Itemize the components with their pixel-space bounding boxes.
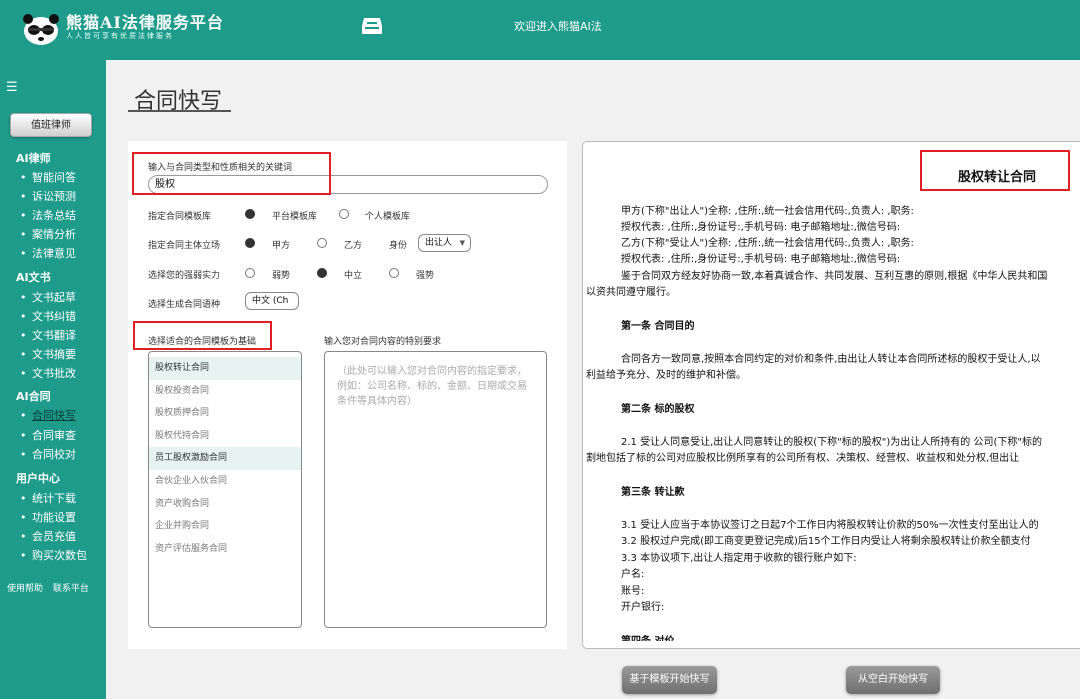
nav-item-contract-review[interactable]: • 合同审查 (20, 427, 76, 443)
doc-line: 开户银行: (621, 602, 665, 613)
document-title-highlight-box (920, 150, 1070, 191)
doc-line: 2.1 受让人同意受让,出让人同意转让的股权(下称"标的股权")为出让人所持有的… (621, 437, 1042, 448)
template-item[interactable]: 股权代持合同 (149, 425, 301, 448)
template-item[interactable]: 企业并购合同 (149, 515, 301, 538)
inbox-tray-icon[interactable] (361, 16, 383, 36)
strength-neutral-option: 中立 (344, 271, 363, 281)
title-underline (128, 110, 231, 112)
strength-weak-option: 弱势 (272, 271, 291, 281)
library-platform-radio[interactable] (245, 209, 255, 219)
nav-item-buy-package[interactable]: • 购买次数包 (20, 547, 87, 563)
nav-item-settings[interactable]: • 功能设置 (20, 509, 76, 525)
doc-line: 3.1 受让人应当于本协议签订之日起7个工作日内将股权转让价款的50%一次性支付… (621, 520, 1039, 531)
nav-item-doc-correction[interactable]: • 文书纠错 (20, 308, 76, 324)
sidebar-footer: 使用帮助 联系平台 (7, 581, 96, 594)
strength-neutral-radio[interactable] (317, 268, 327, 278)
brand-title: 熊猫AI法律服务平台 (66, 13, 224, 32)
nav-group-ai-lawyer: AI律师 (16, 152, 51, 165)
chevron-down-icon: ▼ (459, 239, 465, 247)
nav-group-user-center: 用户中心 (16, 472, 60, 485)
library-label: 指定合同模板库 (148, 212, 212, 222)
requirements-textarea[interactable]: （此处可以输入您对合同内容的指定要求，例如：公司名称、标的、金额、日期或交易条件… (324, 351, 547, 628)
template-label-highlight-box (133, 321, 272, 350)
menu-collapse-icon[interactable]: ☰ (6, 80, 18, 95)
contact-link[interactable]: 联系平台 (53, 584, 89, 594)
doc-line: 割地包括了标的公司对应股权比例所享有的公司所有权、决策权、经营权、收益权和处分权… (586, 453, 1020, 464)
doc-line: 授权代表: ,住所:,身份证号:,手机号码: 电子邮箱地址:,微信号码: (621, 222, 901, 233)
nav-item-doc-translation[interactable]: • 文书翻译 (20, 327, 76, 343)
nav-group-ai-contract: AI合同 (16, 390, 51, 403)
brand-subtitle: 人人皆可享有优质法律服务 (66, 32, 174, 40)
language-label: 选择生成合同语种 (148, 300, 221, 310)
strength-strong-option: 强势 (416, 271, 435, 281)
stance-party-a-radio[interactable] (245, 238, 255, 248)
welcome-text: 欢迎进入熊猫AI法 (514, 20, 602, 33)
stance-party-b-radio[interactable] (317, 238, 327, 248)
doc-line: 乙方(下称"受让人")全称: ,住所:,统一社会信用代码:,负责人: ,职务: (621, 238, 914, 249)
template-item[interactable]: 员工股权激励合同 (149, 447, 301, 470)
library-personal-radio[interactable] (339, 209, 349, 219)
stance-party-a-option: 甲方 (272, 241, 291, 251)
nav-item-statute-summary[interactable]: • 法条总结 (20, 207, 76, 223)
template-item[interactable]: 资产评估服务合同 (149, 538, 301, 561)
doc-section-title: 第三条 转让款 (621, 487, 685, 498)
nav-item-case-analysis[interactable]: • 案情分析 (20, 226, 76, 242)
doc-line: 户名: (621, 569, 645, 580)
sidebar: ☰ 值班律师 AI律师 • 智能问答 • 诉讼预测 • 法条总结 • 案情分析 • 法律意… (0, 60, 106, 699)
keyword-highlight-box (132, 152, 331, 195)
template-item[interactable]: 资产收购合同 (149, 493, 301, 516)
doc-line: 3.3 本协议项下,出让人指定用于收款的银行账户如下: (621, 553, 857, 564)
blank-quickwrite-button[interactable]: 从空白开始快写 (846, 666, 940, 694)
strength-strong-radio[interactable] (389, 268, 399, 278)
nav-item-doc-grading[interactable]: • 文书批改 (20, 365, 76, 381)
template-item[interactable]: 股权投资合同 (149, 380, 301, 403)
panda-logo-icon (23, 14, 59, 45)
nav-item-contract-proofread[interactable]: • 合同校对 (20, 446, 76, 462)
stance-party-b-option: 乙方 (344, 241, 363, 251)
duty-lawyer-button[interactable]: 值班律师 (10, 113, 92, 137)
library-platform-option: 平台模板库 (272, 212, 318, 222)
stance-label: 指定合同主体立场 (148, 241, 221, 251)
help-link[interactable]: 使用帮助 (7, 584, 43, 594)
doc-line: 利益给予充分、及时的维护和补偿。 (586, 370, 746, 381)
template-list[interactable]: 股权转让合同 股权投资合同 股权质押合同 股权代持合同 员工股权激励合同 合伙企… (148, 351, 302, 628)
doc-line: 授权代表: ,住所:,身份证号:,手机号码: 电子邮箱地址:,微信号码: (621, 254, 901, 265)
doc-line: 账号: (621, 586, 645, 597)
doc-section-title: 第二条 标的股权 (621, 404, 695, 415)
nav-item-stats-download[interactable]: • 统计下载 (20, 490, 76, 506)
template-item[interactable]: 合伙企业入伙合同 (149, 470, 301, 493)
template-quickwrite-button[interactable]: 基于模板开始快写 (622, 666, 717, 694)
template-item[interactable]: 股权质押合同 (149, 402, 301, 425)
identity-select[interactable]: 出让人 ▼ (418, 234, 471, 252)
nav-item-doc-drafting[interactable]: • 文书起草 (20, 289, 76, 305)
top-header: 熊猫AI法律服务平台 人人皆可享有优质法律服务 欢迎进入熊猫AI法 (0, 0, 1080, 60)
doc-line: 合同各方一致同意,按照本合同约定的对价和条件,由出让人转让本合同所述标的股权于受… (621, 354, 1041, 365)
doc-section-title: 第一条 合同目的 (621, 321, 695, 332)
nav-item-contract-quickwrite[interactable]: • 合同快写 (20, 407, 76, 423)
template-item[interactable]: 股权转让合同 (149, 357, 301, 380)
identity-label: 身份 (389, 241, 408, 251)
nav-item-doc-summary[interactable]: • 文书摘要 (20, 346, 76, 362)
requirements-label: 输入您对合同内容的特别要求 (324, 337, 442, 347)
library-personal-option: 个人模板库 (365, 212, 411, 222)
doc-section-title: 第四条 对价 (621, 632, 674, 641)
doc-line: 3.2 股权过户完成(即工商变更登记完成)后15个工作日内受让人将剩余股权转让价… (621, 536, 1031, 547)
strength-weak-radio[interactable] (245, 268, 255, 278)
nav-item-smart-qa[interactable]: • 智能问答 (20, 169, 76, 185)
nav-group-ai-document: AI文书 (16, 271, 51, 284)
strength-label: 选择您的强弱实力 (148, 271, 221, 281)
nav-item-legal-opinion[interactable]: • 法律意见 (20, 245, 76, 261)
doc-line: 以资共同遵守履行。 (586, 287, 676, 298)
language-select[interactable]: 中文 (Ch (245, 292, 299, 310)
nav-item-membership[interactable]: • 会员充值 (20, 528, 76, 544)
doc-line: 鉴于合同双方经友好协商一致,本着真诚合作、共同发展、互利互惠的原则,根据《中华人… (621, 271, 1048, 282)
doc-line: 甲方(下称"出让人")全称: ,住所:,统一社会信用代码:,负责人: ,职务: (621, 206, 914, 217)
nav-item-litigation-prediction[interactable]: • 诉讼预测 (20, 188, 76, 204)
